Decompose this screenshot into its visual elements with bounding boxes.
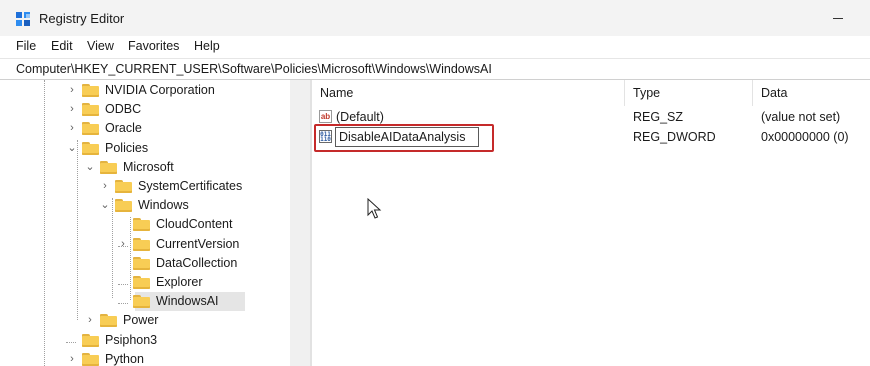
expand-chevron-icon[interactable]: › [66, 350, 78, 366]
folder-icon [115, 199, 132, 213]
expand-chevron-icon[interactable]: › [66, 81, 78, 100]
tree-item-label: Oracle [105, 121, 142, 136]
value-data: (value not set) [761, 110, 841, 124]
expand-chevron-icon[interactable] [117, 215, 129, 234]
folder-icon [133, 276, 150, 289]
menu-edit[interactable]: Edit [51, 39, 73, 53]
mouse-cursor-icon [367, 198, 382, 219]
folder-icon [82, 352, 99, 366]
folder-icon [82, 141, 99, 155]
tree-item[interactable]: › SystemCertificates [103, 177, 303, 196]
menu-file[interactable]: File [16, 39, 36, 53]
folder-icon [133, 295, 150, 309]
tree-item-label: NVIDIA Corporation [105, 83, 215, 97]
tree-item[interactable]: Explorer [121, 273, 321, 292]
tree-item-label: Windows [138, 198, 189, 213]
column-header-type[interactable]: Type [633, 86, 660, 100]
string-value-icon: ab [319, 110, 332, 123]
tree-item[interactable]: ⌄ Microsoft [85, 158, 288, 177]
expand-chevron-icon[interactable]: › [66, 100, 78, 119]
tree-item-label: ODBC [105, 102, 142, 117]
folder-icon [82, 84, 99, 97]
column-header-name[interactable]: Name [320, 86, 353, 100]
tree-item[interactable]: › Oracle [70, 119, 270, 138]
tree-item-label: Policies [105, 140, 149, 155]
folder-icon [82, 103, 99, 117]
menu-help[interactable]: Help [194, 39, 220, 53]
expand-chevron-icon[interactable]: › [84, 311, 96, 330]
tree-item-label: CloudContent [156, 217, 233, 232]
folder-icon [100, 314, 117, 328]
tree-guide-line [44, 80, 45, 366]
minimize-button[interactable] [830, 6, 846, 26]
registry-editor-icon [16, 12, 30, 26]
folder-icon [82, 122, 99, 136]
value-name[interactable]: (Default) [336, 110, 384, 124]
binary-value-icon: 011 110 [319, 130, 332, 143]
tree-item-label: Psiphon3 [105, 332, 158, 347]
column-divider[interactable] [752, 80, 753, 106]
folder-icon [82, 333, 99, 347]
tree-item[interactable]: Psiphon3 [70, 331, 270, 350]
tree-item[interactable]: DataCollection [121, 254, 321, 273]
tree-item[interactable]: › NVIDIA Corporation [70, 81, 270, 100]
tree-item-label: CurrentVersion [156, 236, 240, 251]
tree-item-label: Explorer [156, 275, 203, 289]
tree-item[interactable]: CloudContent [121, 215, 321, 234]
value-data: 0x00000000 (0) [761, 130, 849, 144]
tree-item[interactable]: › Power [88, 311, 288, 330]
tree-item-label: Microsoft [123, 159, 174, 174]
menu-bar: File Edit View Favorites Help [0, 36, 870, 58]
title-bar: Registry Editor [0, 0, 870, 36]
collapse-chevron-icon[interactable]: ⌄ [84, 158, 96, 177]
tree-item[interactable]: › ODBC [70, 100, 270, 119]
folder-icon [100, 160, 117, 174]
folder-icon [133, 218, 150, 232]
expand-chevron-icon[interactable]: › [99, 177, 111, 196]
tree-item[interactable]: › CurrentVersion [121, 235, 321, 254]
rename-value-input[interactable] [335, 127, 479, 147]
menu-view[interactable]: View [87, 39, 114, 53]
collapse-chevron-icon[interactable]: ⌄ [99, 196, 111, 215]
expand-chevron-icon[interactable] [117, 292, 129, 311]
menu-favorites[interactable]: Favorites [128, 39, 179, 53]
tree-item[interactable]: ⌄ Windows [100, 196, 303, 215]
folder-icon [133, 256, 150, 270]
tree-item-label: Python [105, 351, 144, 366]
expand-chevron-icon[interactable]: › [117, 235, 129, 254]
tree-item-label: Power [123, 313, 159, 328]
folder-icon [115, 180, 132, 193]
tree-guide-line [77, 140, 78, 320]
address-bar[interactable]: Computer\HKEY_CURRENT_USER\Software\Poli… [0, 58, 870, 80]
window-title: Registry Editor [39, 11, 125, 26]
expand-chevron-icon[interactable] [66, 331, 78, 350]
folder-icon [133, 237, 150, 251]
expand-chevron-icon[interactable]: › [66, 119, 78, 138]
column-header-data[interactable]: Data [761, 86, 787, 100]
tree-item-label: DataCollection [156, 255, 238, 270]
expand-chevron-icon[interactable] [117, 273, 129, 292]
value-type: REG_DWORD [633, 130, 716, 144]
tree-item[interactable]: ⌄ Policies [67, 139, 270, 158]
tree-item[interactable]: WindowsAI [121, 292, 321, 311]
tree-item-label: SystemCertificates [138, 179, 243, 193]
column-divider[interactable] [624, 80, 625, 106]
address-path[interactable]: Computer\HKEY_CURRENT_USER\Software\Poli… [16, 62, 492, 76]
tree-item-label: WindowsAI [156, 294, 219, 309]
collapse-chevron-icon[interactable]: ⌄ [66, 139, 78, 158]
expand-chevron-icon[interactable] [117, 254, 129, 273]
value-type: REG_SZ [633, 110, 684, 124]
tree-item[interactable]: › Python [70, 350, 270, 366]
